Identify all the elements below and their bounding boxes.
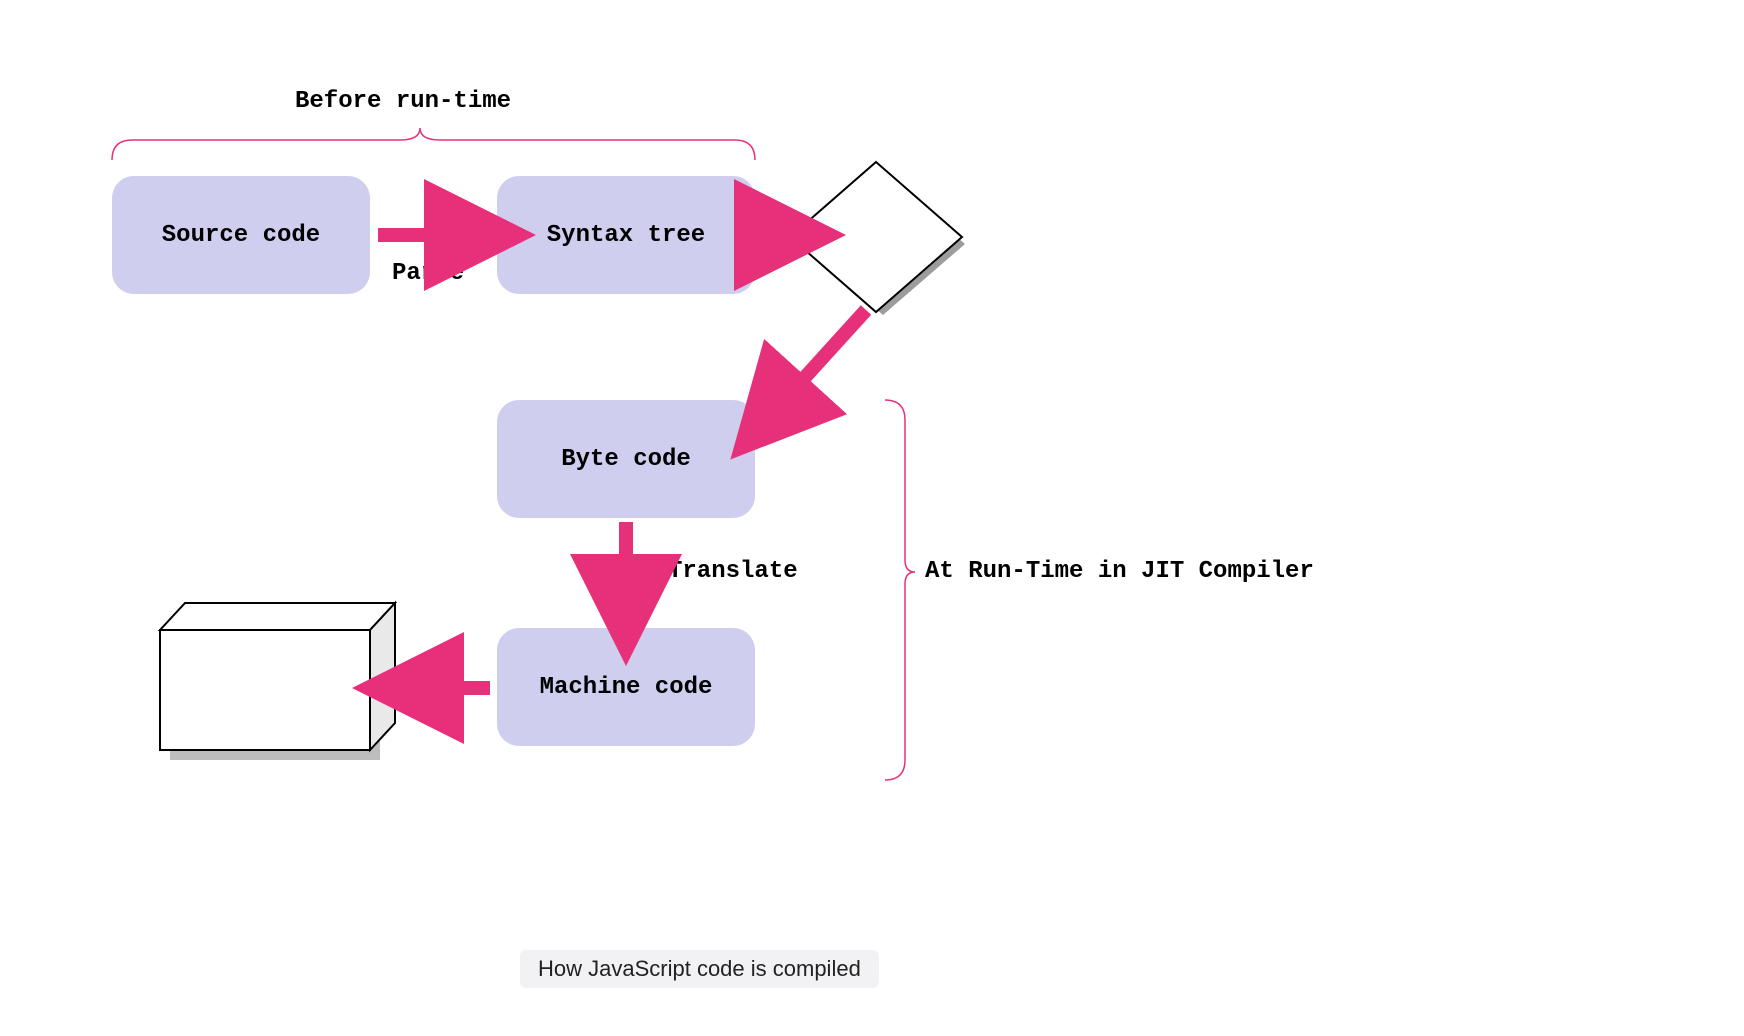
node-jit-line1: JIT [848,208,891,236]
node-syntax-tree: Syntax tree [497,176,755,294]
node-machine-code: Machine code [497,628,755,746]
node-byte-code: Byte code [497,400,755,518]
header-before-runtime: Before run-time [295,88,511,115]
svg-overlay [0,0,1744,1036]
brace-before-runtime [112,128,755,160]
label-translate: Translate [668,558,798,585]
label-at-runtime: At Run-Time in JIT Compiler [925,558,1314,585]
diagram-caption: How JavaScript code is compiled [520,950,879,988]
diagram-canvas: Before run-time Source code Syntax tree … [0,0,1744,1036]
brace-at-runtime [885,400,915,780]
node-jit-compiler: JIT Compiler [790,196,950,276]
node-execute: Execute [160,640,360,740]
node-source-code: Source code [112,176,370,294]
arrow-jit-to-byte [768,310,866,418]
node-jit-line2: Compiler [812,236,927,264]
label-parse: Parse [392,260,464,287]
